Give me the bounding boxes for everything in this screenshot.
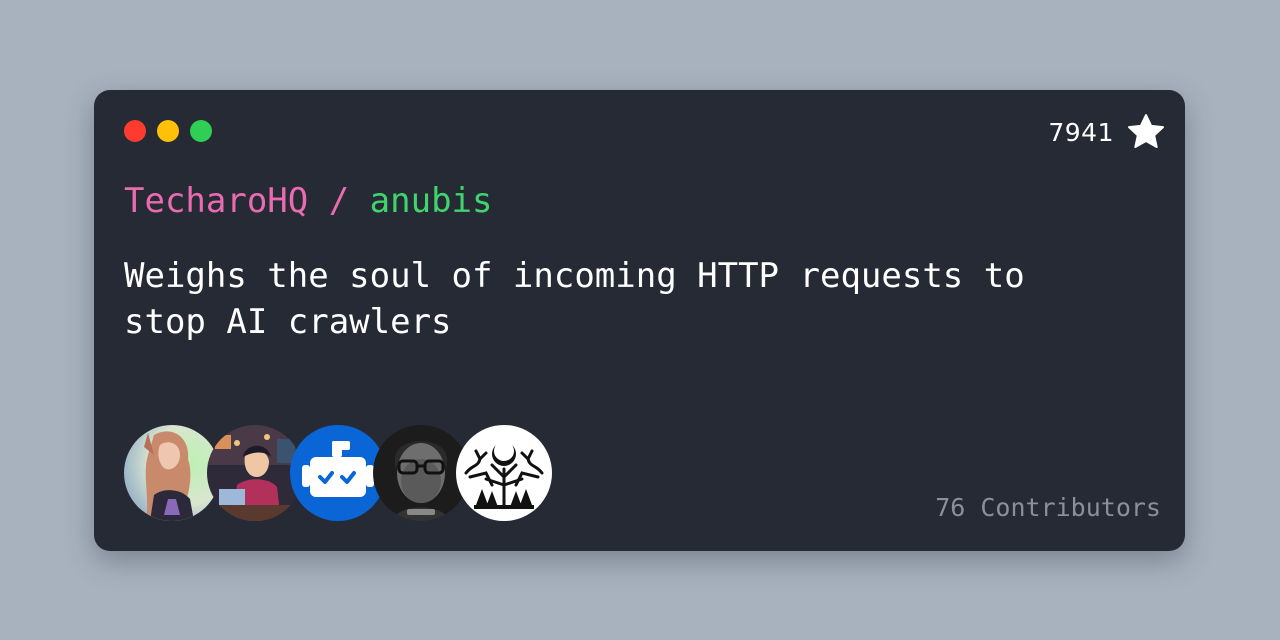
star-icon [1126,112,1166,152]
repo-owner[interactable]: TecharoHQ [124,181,308,221]
contributor-avatars [124,425,552,521]
close-dot [124,120,146,142]
forest-moon-logo-avatar[interactable] [456,425,552,521]
maximize-dot [190,120,212,142]
contributors-count: 76 Contributors [935,493,1161,522]
minimize-dot [157,120,179,142]
stars-counter: 7941 [1048,112,1166,152]
anime-character-avatar[interactable] [124,425,220,521]
window-controls [124,120,212,142]
repo-description: Weighs the soul of incoming HTTP request… [124,256,1025,342]
repo-title: TecharoHQ / anubis [124,181,492,221]
person-glasses-avatar[interactable] [373,425,469,521]
star-count: 7941 [1048,117,1114,147]
bot-avatar[interactable] [290,425,386,521]
repo-card: 7941 TecharoHQ / anubis Weighs the soul … [94,90,1185,551]
repo-name[interactable]: anubis [370,181,493,221]
repo-separator: / [308,181,370,221]
anime-developer-avatar[interactable] [207,425,303,521]
